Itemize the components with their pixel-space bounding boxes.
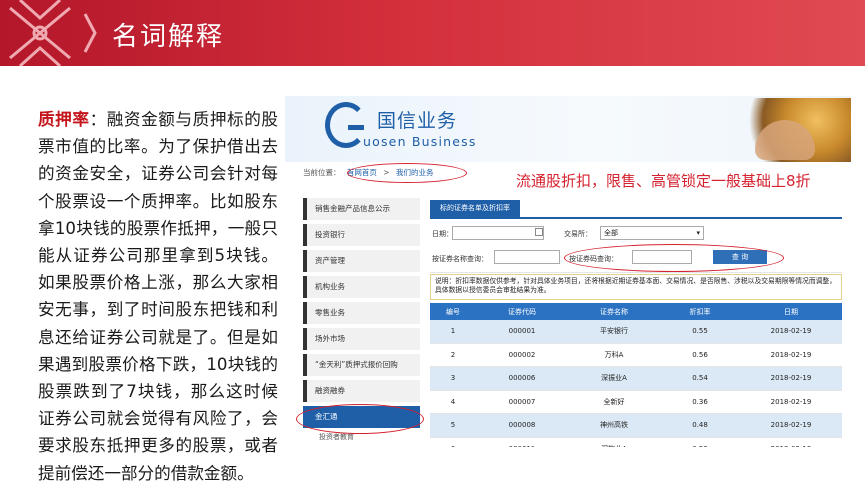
table-cell: 000011 [476,437,568,447]
decorative-pattern-icon [9,0,97,66]
table-cell: 2018-02-19 [740,437,842,447]
table-cell: 平安银行 [568,320,660,344]
slide-header-band: 名词解释 [0,0,865,66]
exchange-select-value: 全部 [604,229,618,237]
table-cell: 000007 [476,390,568,414]
table-cell: 神州高铁 [568,413,660,438]
sidebar-item-repo[interactable]: “金天利”质押式报价回购 [303,354,420,376]
table-cell: 5 [430,413,476,438]
column-header: 日期 [740,303,842,320]
table-cell: 深振业A [568,366,660,391]
column-header: 折扣率 [660,303,740,320]
slide-title: 名词解释 [112,22,225,52]
query-highlight-oval [564,244,784,272]
table-cell: 2018-02-19 [740,390,842,414]
sidebar-item-product-disclosure[interactable]: 销售金融产品信息公示 [303,198,420,220]
table-cell: 万科A [568,343,660,367]
divider [430,272,842,273]
name-query-label: 按证券名称查询： [432,255,488,263]
guosen-logo-icon [325,102,367,148]
date-input[interactable] [452,226,544,240]
breadcrumb-highlight-oval [347,163,467,183]
date-label: 日期： [432,230,453,238]
table-cell: 000001 [476,320,568,344]
table-cell: 深物业A [568,437,660,447]
table-cell: 1 [430,320,476,344]
chevron-down-icon: ▾ [696,229,700,237]
exchange-select[interactable]: 全部 ▾ [600,226,704,240]
definition-term: 质押率 [38,110,90,129]
table-row: 4 000007 全新好 0.36 2018-02-19 [430,390,842,414]
table-cell: 3 [430,366,476,391]
sidebar-item-otc-market[interactable]: 场外市场 [303,328,420,350]
logo-cn-text: 国信业务 [377,110,458,132]
table-cell: 0.55 [660,320,740,344]
content-panel: 标的证券名单及折扣率 日期： 交易所： 全部 ▾ 按证券名称查询： 按证券码查询… [430,200,842,447]
table-cell: 0.56 [660,343,740,367]
table-cell: 0.36 [660,390,740,414]
definition-body: ：融资金额与质押标的股票市值的比率。为了保护借出去的资金安全，证券公司会针对每个… [38,110,279,483]
table-cell: 000008 [476,413,568,438]
sidebar-item-margin[interactable]: 融资融券 [303,380,420,402]
table-cell: 0.54 [660,366,740,391]
column-header: 编号 [430,303,476,320]
annotation-text: 流通股折扣，限售、高管锁定一般基础上8折 [516,172,811,190]
sidebar-item-institutional[interactable]: 机构业务 [303,276,420,298]
table-row: 1 000001 平安银行 0.55 2018-02-19 [430,320,842,344]
content-tab-bar: 标的证券名单及折扣率 [430,200,842,219]
table-cell: 000006 [476,366,568,391]
table-cell: 4 [430,390,476,414]
exchange-label: 交易所： [564,230,592,238]
table-cell: 2018-02-19 [740,413,842,438]
table-header-row: 编号 证券代码 证券名称 折扣率 日期 [430,303,842,320]
table-cell: 2018-02-19 [740,320,842,344]
table-row: 3 000006 深振业A 0.54 2018-02-19 [430,366,842,391]
notice-box: 说明：折扣率数据仅供参考，针对具体业务项目，还将根据近期证券基本面、交易情况、是… [430,274,842,300]
securities-table: 编号 证券代码 证券名称 折扣率 日期 1 000001 平安银行 0.55 2… [430,303,842,447]
website-screenshot: 国信业务 uosen Business 当前位置： 首网首页 > 我们的业务 流… [285,96,851,447]
column-header: 证券代码 [476,303,568,320]
breadcrumb-label: 当前位置： [303,168,341,177]
sidebar-item-investment-banking[interactable]: 投资银行 [303,224,420,246]
table-row: 5 000008 神州高铁 0.48 2018-02-19 [430,413,842,438]
calendar-icon[interactable] [535,228,543,236]
table-cell: 2 [430,343,476,367]
tab-securities-list[interactable]: 标的证券名单及折扣率 [430,200,520,217]
table-cell: 0.53 [660,437,740,447]
column-header: 证券名称 [568,303,660,320]
table-cell: 2018-02-19 [740,366,842,391]
site-header: 国信业务 uosen Business [285,96,851,162]
table-row: 6 000011 深物业A 0.53 2018-02-19 [430,437,842,447]
table-cell: 2018-02-19 [740,343,842,367]
sidebar-item-asset-management[interactable]: 资产管理 [303,250,420,272]
table-cell: 全新好 [568,390,660,414]
table-row: 2 000002 万科A 0.56 2018-02-19 [430,343,842,367]
sidebar-item-retail[interactable]: 零售业务 [303,302,420,324]
definition-text: 质押率：融资金额与质押标的股票市值的比率。为了保护借出去的资金安全，证券公司会针… [38,106,278,487]
table-cell: 6 [430,437,476,447]
table-cell: 000002 [476,343,568,367]
name-query-input[interactable] [494,250,560,264]
logo-en-text: uosen Business [363,134,477,149]
sidebar-highlight-oval [296,404,424,434]
table-cell: 0.48 [660,413,740,438]
